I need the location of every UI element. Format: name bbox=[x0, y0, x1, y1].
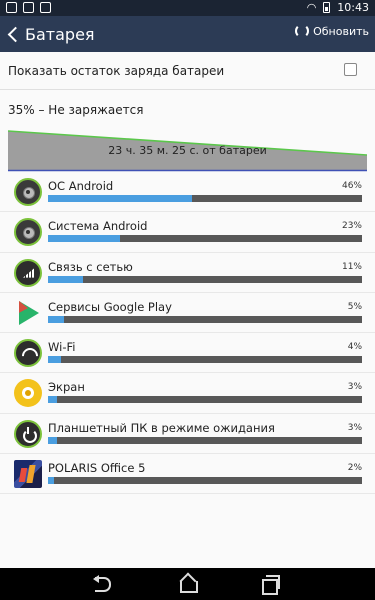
page-title: Батарея bbox=[25, 24, 95, 44]
usage-item-percent: 5% bbox=[347, 301, 362, 312]
usage-bar bbox=[48, 356, 362, 364]
battery-history-graph[interactable]: 23 ч. 35 м. 25 с. от батареи bbox=[8, 128, 367, 172]
show-percentage-checkbox[interactable] bbox=[344, 63, 357, 76]
notification-icons bbox=[6, 2, 51, 13]
usage-bar bbox=[48, 195, 362, 202]
charge-status: 35% – Не заряжается bbox=[8, 103, 144, 117]
home-icon[interactable] bbox=[177, 574, 198, 594]
shopping-bag-icon bbox=[23, 2, 34, 13]
usage-bar-fill bbox=[48, 436, 58, 444]
usage-item-name: ОС Android bbox=[48, 179, 114, 193]
usage-item-name: Wi-Fi bbox=[48, 340, 76, 355]
usage-row[interactable]: ОС Android 46% bbox=[0, 172, 375, 213]
checkbox-icon bbox=[40, 2, 51, 13]
standby-power-icon bbox=[14, 419, 42, 448]
usage-item-name: Сервисы Google Play bbox=[48, 299, 172, 314]
polaris-office-icon bbox=[14, 460, 42, 489]
usage-bar-fill bbox=[48, 235, 121, 243]
usage-item-percent: 46% bbox=[341, 181, 362, 191]
usage-row[interactable]: Связь с сетью 11% bbox=[0, 253, 375, 293]
usage-bar bbox=[48, 436, 362, 444]
usage-bar-fill bbox=[48, 315, 64, 323]
back-button[interactable]: Батарея bbox=[4, 21, 95, 47]
show-percentage-label: Показать остаток заряда батареи bbox=[8, 64, 225, 78]
usage-row[interactable]: Система Android 23% bbox=[0, 212, 375, 253]
battery-icon bbox=[323, 2, 331, 13]
back-icon[interactable] bbox=[93, 574, 113, 594]
status-bar: ◠ 10:43 bbox=[0, 0, 375, 16]
usage-item-name: Планшетный ПК в режиме ожидания bbox=[48, 420, 275, 435]
usage-row[interactable]: Планшетный ПК в режиме ожидания 3% bbox=[0, 414, 375, 455]
usage-item-percent: 4% bbox=[347, 342, 362, 353]
usage-list: ОС Android 46% Система Android 23% Связь с с… bbox=[0, 172, 375, 495]
battery-time-label: 23 ч. 35 м. 25 с. от батареи bbox=[108, 144, 267, 157]
usage-bar-fill bbox=[48, 477, 55, 485]
chevron-left-icon bbox=[7, 26, 24, 42]
wifi-icon bbox=[14, 339, 42, 368]
usage-row[interactable]: Экран 3% bbox=[0, 373, 375, 414]
clock: 10:43 bbox=[337, 1, 369, 14]
photo-icon bbox=[6, 2, 17, 13]
usage-row[interactable]: POLARIS Office 5 2% bbox=[0, 454, 375, 495]
navigation-bar bbox=[0, 568, 375, 600]
google-play-icon bbox=[14, 299, 42, 327]
usage-item-name: Система Android bbox=[48, 219, 148, 234]
usage-item-percent: 3% bbox=[347, 422, 362, 433]
refresh-icon bbox=[295, 24, 310, 38]
cell-signal-icon bbox=[14, 258, 42, 287]
android-system-icon bbox=[14, 218, 42, 247]
refresh-label: Обновить bbox=[313, 24, 369, 38]
usage-item-percent: 2% bbox=[347, 463, 362, 474]
screen-brightness-icon bbox=[14, 379, 42, 408]
usage-item-name: Связь с сетью bbox=[48, 259, 133, 274]
usage-item-name: Экран bbox=[48, 380, 85, 395]
usage-bar bbox=[48, 235, 362, 243]
usage-bar-fill bbox=[48, 356, 61, 364]
usage-item-percent: 23% bbox=[341, 221, 362, 232]
usage-bar bbox=[48, 275, 362, 283]
usage-bar bbox=[48, 477, 362, 485]
usage-bar-fill bbox=[48, 275, 83, 283]
recent-apps-icon[interactable] bbox=[260, 574, 280, 595]
refresh-button[interactable]: Обновить bbox=[295, 24, 369, 38]
wifi-icon: ◠ bbox=[306, 1, 317, 14]
usage-item-percent: 3% bbox=[347, 382, 362, 393]
system-icons: ◠ 10:43 bbox=[307, 1, 369, 14]
android-os-icon bbox=[14, 178, 42, 206]
usage-bar bbox=[48, 396, 362, 404]
usage-bar-fill bbox=[48, 195, 193, 202]
show-percentage-row[interactable]: Показать остаток заряда батареи bbox=[0, 52, 375, 90]
usage-bar-fill bbox=[48, 396, 58, 404]
action-bar: Батарея Обновить bbox=[0, 16, 375, 52]
usage-item-name: POLARIS Office 5 bbox=[48, 461, 146, 476]
usage-row[interactable]: Wi-Fi 4% bbox=[0, 333, 375, 374]
usage-row[interactable]: Сервисы Google Play 5% bbox=[0, 293, 375, 334]
usage-bar bbox=[48, 315, 362, 323]
usage-item-percent: 11% bbox=[341, 261, 362, 272]
